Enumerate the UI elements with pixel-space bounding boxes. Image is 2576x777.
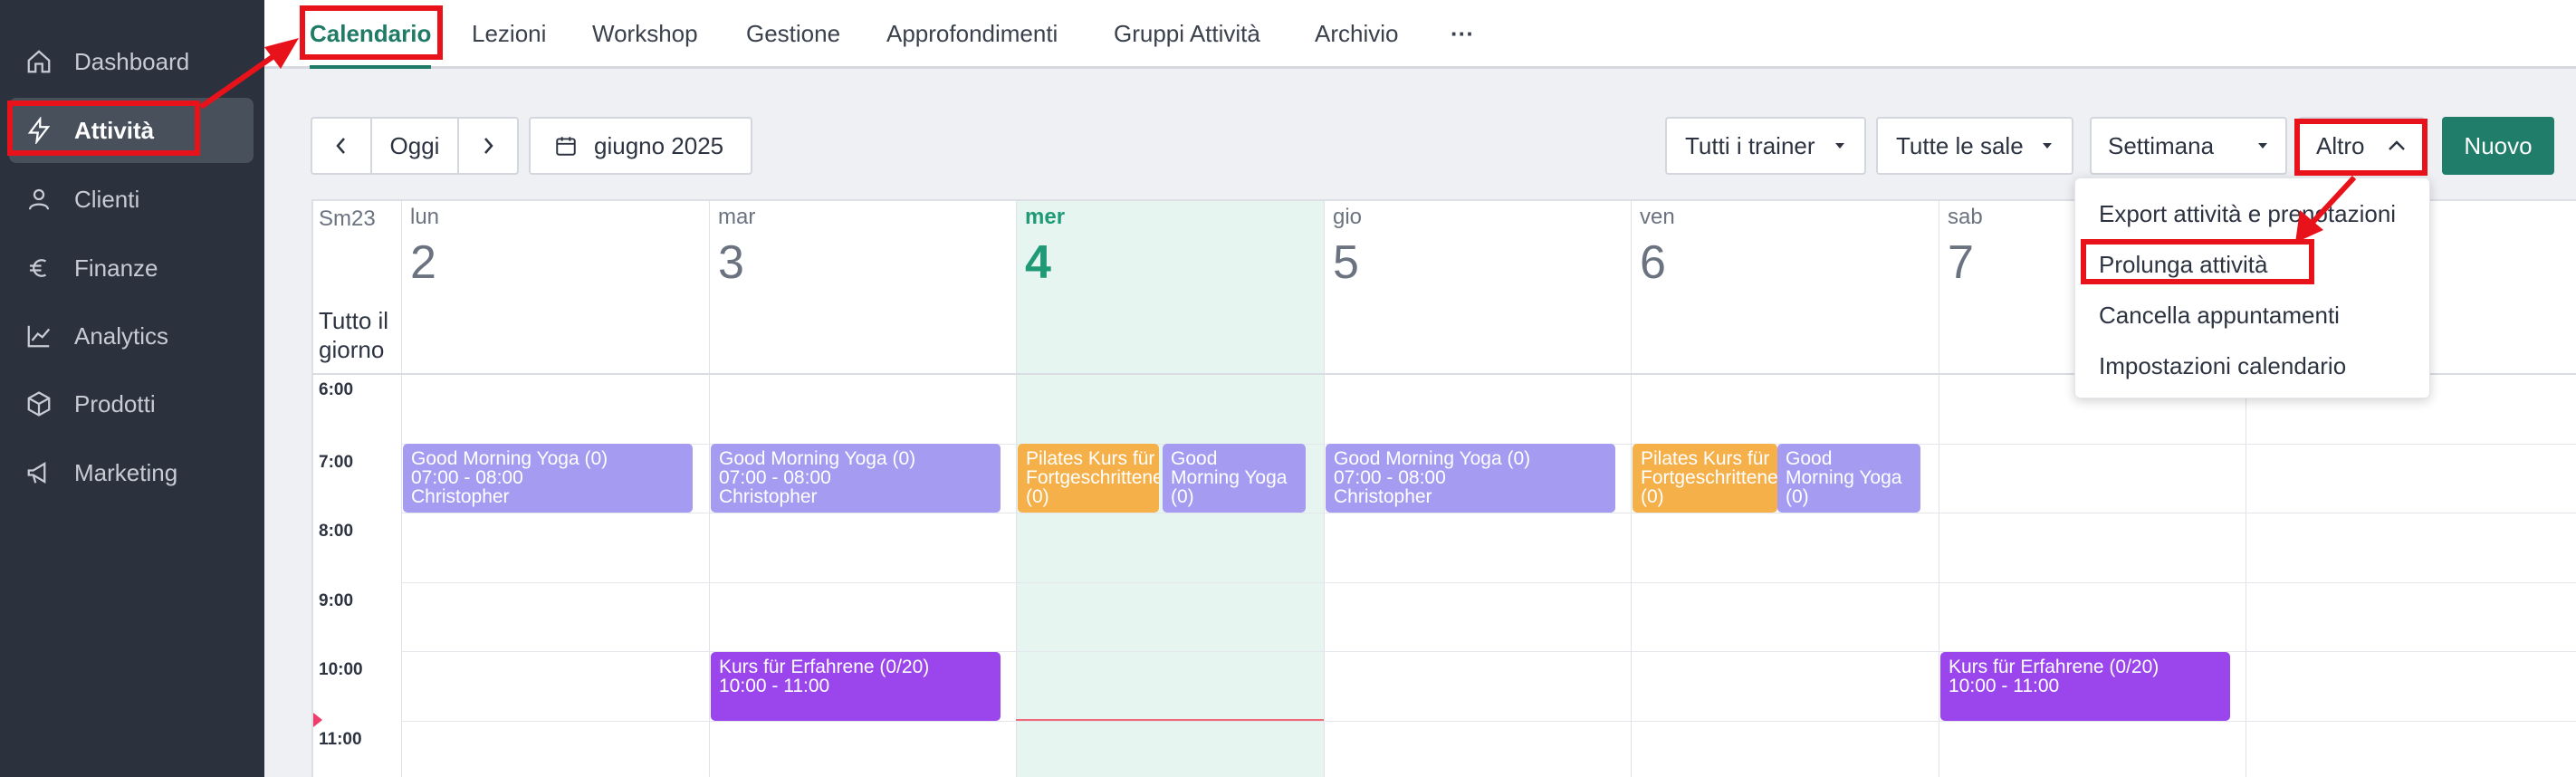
- day-header-mon[interactable]: lun 2: [410, 205, 439, 290]
- all-day-label: Tutto il giorno: [319, 307, 389, 363]
- room-filter-label: Tutte le sale: [1896, 131, 2024, 159]
- sidebar-item-label: Analytics: [74, 321, 169, 350]
- day-header-sat[interactable]: sab 7: [1948, 205, 1983, 290]
- view-select-label: Settimana: [2108, 131, 2215, 159]
- home-icon: [27, 50, 51, 73]
- event-card[interactable]: Pilates Kurs für Fortgeschrittene (0): [1633, 444, 1777, 513]
- time-label: 6:00: [319, 380, 354, 399]
- month-picker-button[interactable]: giugno 2025: [529, 117, 752, 175]
- event-card[interactable]: Good Morning Yoga (0): [1777, 444, 1920, 513]
- room-filter-select[interactable]: Tutte le sale: [1876, 117, 2073, 175]
- user-icon: [28, 188, 50, 210]
- calendar-icon: [556, 137, 576, 156]
- chart-line-icon: [27, 325, 51, 348]
- event-card[interactable]: Good Morning Yoga (0): [1163, 444, 1306, 513]
- next-week-button[interactable]: [457, 117, 519, 175]
- tab-approfondimenti[interactable]: Approfondimenti: [886, 0, 1058, 67]
- week-number: Sm23: [319, 206, 376, 231]
- tab-gestione[interactable]: Gestione: [746, 0, 840, 67]
- menu-item-impostazioni[interactable]: Impostazioni calendario: [2099, 352, 2346, 380]
- caret-down-icon: [2258, 143, 2267, 149]
- menu-item-cancella[interactable]: Cancella appuntamenti: [2099, 302, 2340, 330]
- month-label: giugno 2025: [594, 131, 724, 159]
- sidebar-item-analytics[interactable]: Analytics: [9, 303, 254, 369]
- euro-icon: [30, 259, 47, 277]
- event-card[interactable]: Pilates Kurs für Fortgeschrittene (0): [1018, 444, 1159, 513]
- day-header-thu[interactable]: gio 5: [1333, 205, 1362, 290]
- sidebar-item-label: Clienti: [74, 185, 140, 213]
- caret-down-icon: [2043, 143, 2052, 149]
- new-button[interactable]: Nuovo: [2442, 117, 2554, 175]
- view-select[interactable]: Settimana: [2090, 117, 2287, 175]
- day-header-tue[interactable]: mar 3: [718, 205, 755, 290]
- event-card[interactable]: Good Morning Yoga (0) 07:00 - 08:00 Chri…: [711, 444, 1001, 513]
- today-button[interactable]: Oggi: [370, 117, 459, 175]
- more-tabs-icon[interactable]: ···: [1451, 0, 1474, 67]
- sidebar-item-finanze[interactable]: Finanze: [9, 235, 254, 301]
- prev-week-button[interactable]: [311, 117, 372, 175]
- time-label: 9:00: [319, 591, 354, 610]
- more-dropdown-menu: Export attività e prenotazioni Prolunga …: [2074, 177, 2430, 398]
- annotation-box-calendario: [300, 5, 443, 60]
- tab-gruppi-attivita[interactable]: Gruppi Attività: [1114, 0, 1260, 67]
- sidebar-item-label: Dashboard: [74, 47, 190, 75]
- tab-lezioni[interactable]: Lezioni: [472, 0, 546, 67]
- trainer-filter-label: Tutti i trainer: [1685, 131, 1815, 159]
- time-label: 8:00: [319, 522, 354, 541]
- event-card[interactable]: Kurs für Erfahrene (0/20) 10:00 - 11:00: [1940, 652, 2230, 721]
- caret-down-icon: [1835, 143, 1844, 149]
- sidebar-item-dashboard[interactable]: Dashboard: [9, 29, 254, 94]
- sidebar-item-marketing[interactable]: Marketing: [9, 440, 254, 505]
- time-label: 10:00: [319, 660, 363, 679]
- annotation-box-attivita: [7, 101, 200, 156]
- day-header-fri[interactable]: ven 6: [1640, 205, 1675, 290]
- trainer-filter-select[interactable]: Tutti i trainer: [1665, 117, 1866, 175]
- event-card[interactable]: Good Morning Yoga (0) 07:00 - 08:00 Chri…: [1326, 444, 1615, 513]
- sidebar-item-clienti[interactable]: Clienti: [9, 167, 254, 232]
- sidebar-item-label: Finanze: [74, 254, 158, 282]
- current-time-line: [1016, 719, 1324, 721]
- event-card[interactable]: Kurs für Erfahrene (0/20) 10:00 - 11:00: [711, 652, 1001, 721]
- time-label: 7:00: [319, 453, 354, 472]
- sidebar-item-label: Marketing: [74, 458, 178, 486]
- tab-workshop[interactable]: Workshop: [592, 0, 698, 67]
- chevron-left-icon: [336, 138, 345, 154]
- current-time-marker: [313, 713, 322, 727]
- chevron-right-icon: [484, 138, 493, 154]
- megaphone-icon: [27, 462, 46, 484]
- box-icon: [27, 391, 51, 417]
- annotation-box-altro: [2294, 119, 2428, 176]
- tab-archivio[interactable]: Archivio: [1315, 0, 1398, 67]
- day-header-wed[interactable]: mer 4: [1025, 205, 1065, 290]
- event-card[interactable]: Good Morning Yoga (0) 07:00 - 08:00 Chri…: [403, 444, 693, 513]
- annotation-box-prolunga: [2081, 239, 2314, 284]
- top-tab-bar: Calendario Lezioni Workshop Gestione App…: [264, 0, 2576, 69]
- time-label: 11:00: [319, 730, 362, 749]
- menu-item-export[interactable]: Export attività e prenotazioni: [2099, 200, 2396, 228]
- sidebar-item-prodotti[interactable]: Prodotti: [9, 371, 254, 436]
- sidebar-item-label: Prodotti: [74, 389, 156, 417]
